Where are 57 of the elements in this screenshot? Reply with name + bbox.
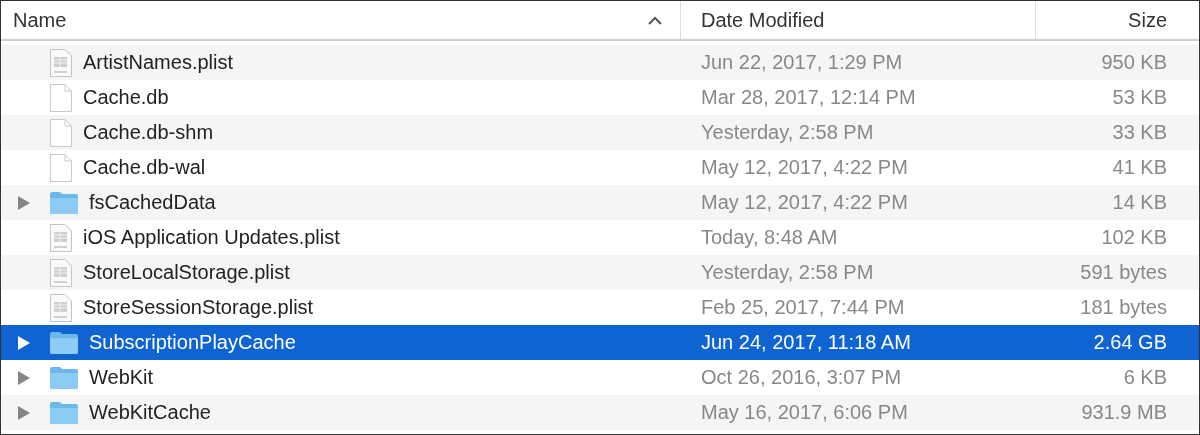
date-modified: Yesterday, 2:58 PM: [701, 261, 874, 284]
file-name: SubscriptionPlayCache: [89, 331, 296, 354]
column-header[interactable]: Date Modified: [681, 1, 1036, 39]
file-size: 6 KB: [1123, 366, 1167, 389]
file-name: Cache.db-wal: [83, 156, 206, 179]
file-size: 2.64 GB: [1093, 331, 1167, 354]
column-header[interactable]: Size: [1036, 1, 1199, 39]
date-modified: Jun 24, 2017, 11:18 AM: [701, 331, 911, 354]
file-row[interactable]: Cache.db-shm Yesterday, 2:58 PM 33 KB: [1, 115, 1199, 150]
file-row[interactable]: fsCachedData May 12, 2017, 4:22 PM 14 KB: [1, 185, 1199, 220]
date-modified: May 12, 2017, 4:22 PM: [701, 191, 908, 214]
file-name: WebKitCache: [89, 401, 211, 424]
document-icon: [49, 82, 73, 113]
file-size: 41 KB: [1112, 156, 1167, 179]
file-name: iOS Application Updates.plist: [83, 226, 340, 249]
file-size: 102 KB: [1101, 226, 1167, 249]
list-document-icon: [49, 257, 73, 288]
disclosure-triangle-icon[interactable]: [17, 334, 31, 351]
date-modified: Mar 28, 2017, 12:14 PM: [701, 86, 916, 109]
file-name: Cache.db: [83, 86, 169, 109]
file-name: Cache.db-shm: [83, 121, 214, 144]
file-name: ArtistNames.plist: [83, 51, 234, 74]
date-modified: Oct 26, 2016, 3:07 PM: [701, 366, 902, 389]
file-name: fsCachedData: [89, 191, 216, 214]
file-row[interactable]: WebKitCache May 16, 2017, 6:06 PM 931.9 MB: [1, 395, 1199, 430]
date-modified: May 16, 2017, 6:06 PM: [701, 401, 908, 424]
disclosure-triangle-icon[interactable]: [17, 194, 31, 211]
disclosure-triangle-icon[interactable]: [17, 404, 31, 421]
document-icon: [49, 152, 73, 183]
folder-icon: [49, 400, 79, 425]
date-modified: Jun 22, 2017, 1:29 PM: [701, 51, 903, 74]
column-header[interactable]: Name: [1, 1, 681, 39]
folder-icon: [49, 330, 79, 355]
file-size: 14 KB: [1112, 191, 1167, 214]
file-size: 931.9 MB: [1081, 401, 1167, 424]
list-document-icon: [49, 292, 73, 323]
file-name: StoreSessionStorage.plist: [83, 296, 314, 319]
file-size: 591 bytes: [1080, 261, 1167, 284]
file-row[interactable]: StoreLocalStorage.plist Yesterday, 2:58 PM 591 bytes: [1, 255, 1199, 290]
file-row[interactable]: ArtistNames.plist Jun 22, 2017, 1:29 PM 950 KB: [1, 45, 1199, 80]
file-row[interactable]: SubscriptionPlayCache Jun 24, 2017, 11:18 AM 2.64 GB: [1, 325, 1199, 360]
date-modified: Yesterday, 2:58 PM: [701, 121, 874, 144]
disclosure-triangle-icon[interactable]: [17, 369, 31, 386]
file-name: StoreLocalStorage.plist: [83, 261, 290, 284]
date-modified: Feb 25, 2017, 7:44 PM: [701, 296, 905, 319]
folder-icon: [49, 190, 79, 215]
file-size: 181 bytes: [1080, 296, 1167, 319]
file-size: 33 KB: [1112, 121, 1167, 144]
file-size: 53 KB: [1112, 86, 1167, 109]
file-size: 950 KB: [1101, 51, 1167, 74]
date-modified: Today, 8:48 AM: [701, 226, 838, 249]
file-name: WebKit: [89, 366, 154, 389]
list-document-icon: [49, 222, 73, 253]
document-icon: [49, 117, 73, 148]
list-document-icon: [49, 47, 73, 78]
date-modified: May 12, 2017, 4:22 PM: [701, 156, 908, 179]
folder-icon: [49, 365, 79, 390]
